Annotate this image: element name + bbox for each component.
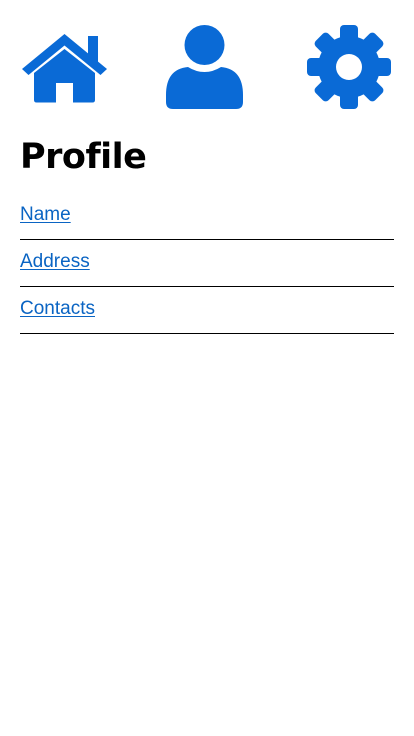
list-item: Contacts xyxy=(20,287,394,334)
page-title: Profile xyxy=(20,137,147,177)
top-navigation xyxy=(0,0,414,125)
gear-icon-graphic xyxy=(307,25,391,109)
user-icon[interactable] xyxy=(166,25,243,109)
profile-menu: Name Address Contacts xyxy=(20,193,394,334)
home-icon-graphic xyxy=(22,34,107,103)
address-link[interactable]: Address xyxy=(20,251,90,273)
list-item: Name xyxy=(20,193,394,240)
list-item: Address xyxy=(20,240,394,287)
home-icon[interactable] xyxy=(20,31,109,103)
user-icon-graphic xyxy=(166,25,243,109)
name-link[interactable]: Name xyxy=(20,204,71,226)
gear-icon[interactable] xyxy=(307,25,391,109)
contacts-link[interactable]: Contacts xyxy=(20,298,95,320)
